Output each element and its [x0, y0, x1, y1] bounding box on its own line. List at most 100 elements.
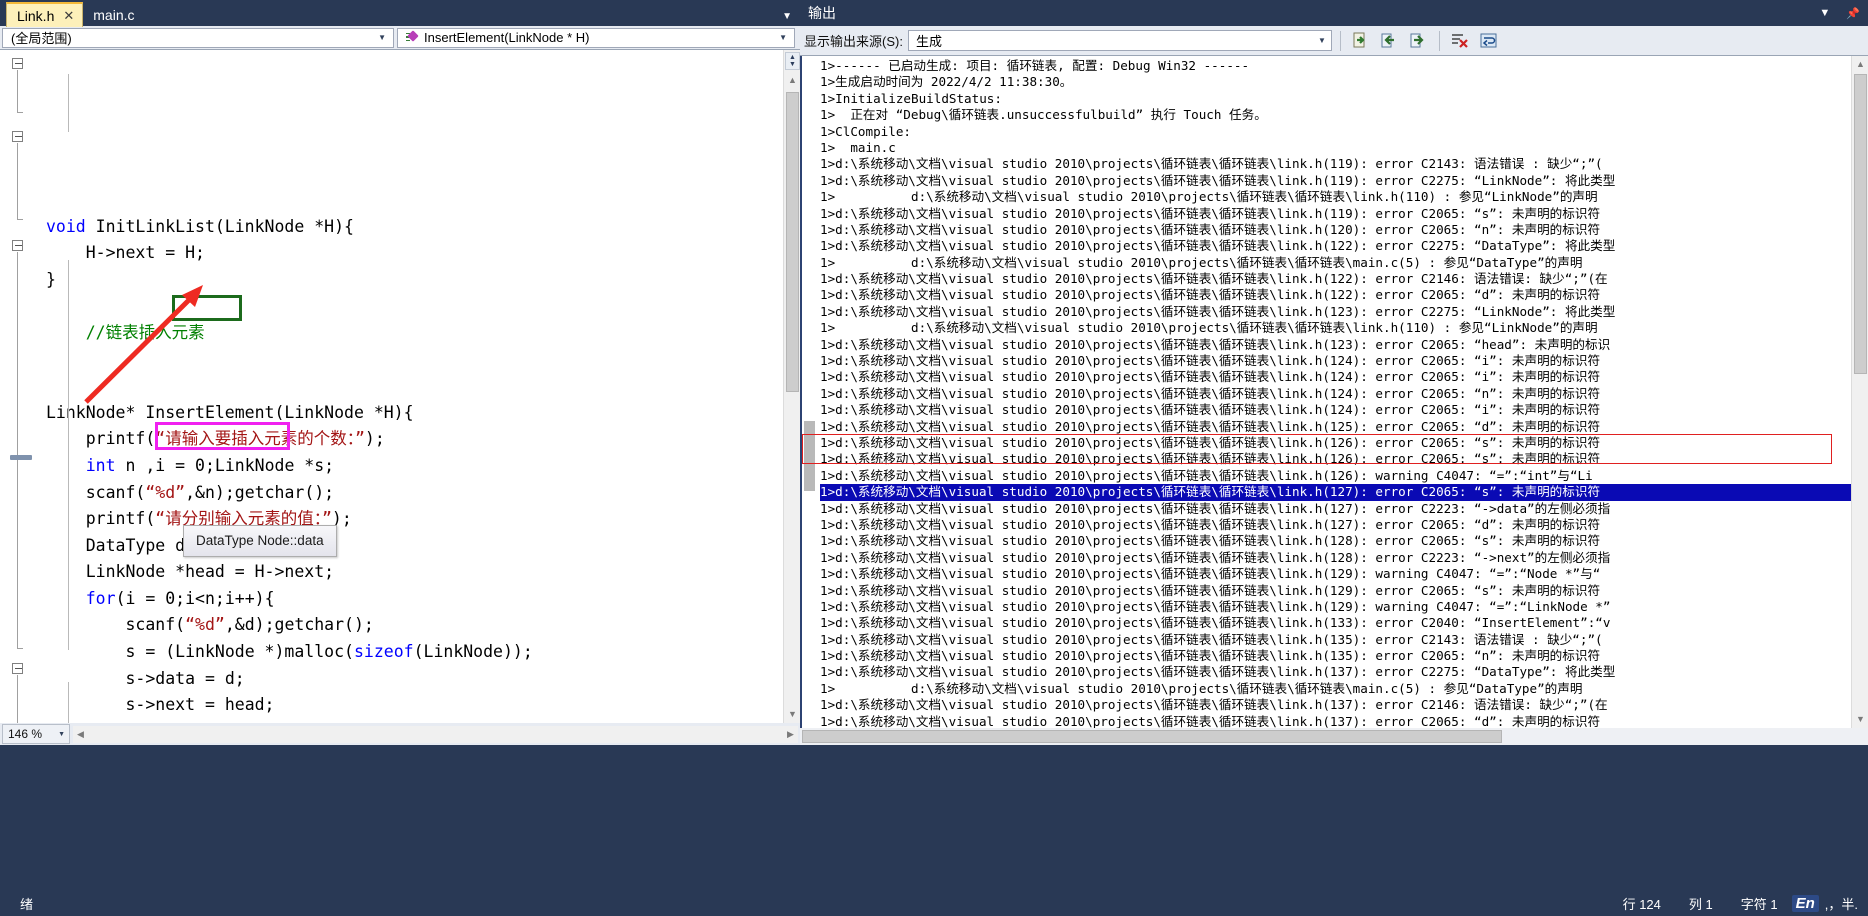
output-line[interactable]: 1>d:\系统移动\文档\visual studio 2010\projects… [820, 714, 1851, 728]
output-line[interactable]: 1>d:\系统移动\文档\visual studio 2010\projects… [820, 583, 1851, 599]
code-line[interactable]: s->data = d; [46, 666, 800, 693]
output-line[interactable]: 1>InitializeBuildStatus: [820, 91, 1851, 107]
output-line[interactable]: 1>d:\系统移动\文档\visual studio 2010\projects… [820, 664, 1851, 680]
code-line[interactable]: s->next = head; [46, 692, 800, 719]
output-line[interactable]: 1>d:\系统移动\文档\visual studio 2010\projects… [820, 451, 1851, 467]
output-line[interactable]: 1> d:\系统移动\文档\visual studio 2010\project… [820, 255, 1851, 271]
output-vertical-scrollbar[interactable]: ▲ ▼ [1851, 56, 1868, 728]
code-line[interactable]: //链表插入元素 [46, 320, 800, 347]
output-hscroll-thumb[interactable] [802, 730, 1502, 743]
output-line-selected[interactable]: 1>d:\系统移动\文档\visual studio 2010\projects… [820, 484, 1851, 501]
editor-horizontal-scrollbar[interactable]: ◀ ▶ [73, 725, 798, 743]
output-line[interactable]: 1>d:\系统移动\文档\visual studio 2010\projects… [820, 648, 1851, 664]
code-text[interactable]: void InitLinkList(LinkNode *H){ H->next … [46, 50, 800, 723]
output-line[interactable]: 1> d:\系统移动\文档\visual studio 2010\project… [820, 681, 1851, 697]
output-line[interactable]: 1> 正在对 “Debug\循环链表.unsuccessfulbuild” 执行… [820, 107, 1851, 123]
editor-vertical-scrollbar[interactable]: ▲ ▼ ▲ ▼ [783, 50, 800, 723]
chevron-down-icon[interactable]: ▼ [1811, 7, 1838, 19]
code-line[interactable] [46, 373, 800, 400]
output-line[interactable]: 1>d:\系统移动\文档\visual studio 2010\projects… [820, 632, 1851, 648]
output-line[interactable]: 1>------ 已启动生成: 项目: 循环链表, 配置: Debug Win3… [820, 58, 1851, 74]
output-line[interactable]: 1>d:\系统移动\文档\visual studio 2010\projects… [820, 222, 1851, 238]
output-line[interactable]: 1>d:\系统移动\文档\visual studio 2010\projects… [820, 517, 1851, 533]
editor-split-handle[interactable] [10, 455, 32, 460]
code-line[interactable]: H->next = H; [46, 240, 800, 267]
scroll-right-icon[interactable]: ▶ [784, 728, 797, 741]
code-line[interactable]: scanf(“%d”,&d);getchar(); [46, 612, 800, 639]
collapse-toggle-icon[interactable] [12, 131, 23, 142]
pin-icon[interactable]: 📌 [1838, 7, 1868, 20]
scope-dropdown[interactable]: (全局范围) ▼ [2, 27, 394, 48]
code-line[interactable]: s = (LinkNode *)malloc(sizeof(LinkNode))… [46, 639, 800, 666]
output-line[interactable]: 1> d:\系统移动\文档\visual studio 2010\project… [820, 320, 1851, 336]
code-line[interactable]: } [46, 267, 800, 294]
editor-tab-link-h[interactable]: Link.h ✕ [6, 2, 84, 27]
toggle-word-wrap-icon[interactable] [1477, 29, 1501, 53]
output-line[interactable]: 1>d:\系统移动\文档\visual studio 2010\projects… [820, 238, 1851, 254]
output-line[interactable]: 1>d:\系统移动\文档\visual studio 2010\projects… [820, 304, 1851, 320]
code-line[interactable] [46, 293, 800, 320]
output-text[interactable]: 1>------ 已启动生成: 项目: 循环链表, 配置: Debug Win3… [816, 56, 1851, 728]
editor-outlining-margin[interactable] [0, 50, 46, 723]
output-line[interactable]: 1>d:\系统移动\文档\visual studio 2010\projects… [820, 386, 1851, 402]
code-line[interactable]: void InitLinkList(LinkNode *H){ [46, 214, 800, 241]
output-line[interactable]: 1>d:\系统移动\文档\visual studio 2010\projects… [820, 550, 1851, 566]
output-line[interactable]: 1>d:\系统移动\文档\visual studio 2010\projects… [820, 402, 1851, 418]
output-line[interactable]: 1> main.c [820, 140, 1851, 156]
output-horizontal-scrollbar[interactable] [800, 728, 1868, 745]
code-line[interactable] [46, 347, 800, 374]
output-line[interactable]: 1>ClCompile: [820, 124, 1851, 140]
chevron-down-icon[interactable]: ▼ [782, 11, 792, 22]
code-line[interactable]: scanf(“%d”,&n);getchar(); [46, 480, 800, 507]
output-line[interactable]: 1>d:\系统移动\文档\visual studio 2010\projects… [820, 353, 1851, 369]
scroll-up-icon[interactable]: ▲ [786, 74, 799, 87]
code-line[interactable]: for(i = 0;i<n;i++){ [46, 586, 800, 613]
code-line[interactable]: DataType d; [46, 533, 800, 560]
collapse-toggle-icon[interactable] [12, 240, 23, 251]
output-line[interactable]: 1>d:\系统移动\文档\visual studio 2010\projects… [820, 173, 1851, 189]
output-line[interactable]: 1>d:\系统移动\文档\visual studio 2010\projects… [820, 533, 1851, 549]
scroll-down-icon[interactable]: ▼ [786, 708, 799, 721]
code-editor-surface[interactable]: void InitLinkList(LinkNode *H){ H->next … [0, 50, 800, 723]
output-line[interactable]: 1> d:\系统移动\文档\visual studio 2010\project… [820, 189, 1851, 205]
output-line[interactable]: 1>d:\系统移动\文档\visual studio 2010\projects… [820, 287, 1851, 303]
editor-vscroll-thumb[interactable] [786, 92, 799, 392]
output-line[interactable]: 1>d:\系统移动\文档\visual studio 2010\projects… [820, 615, 1851, 631]
output-line[interactable]: 1>d:\系统移动\文档\visual studio 2010\projects… [820, 369, 1851, 385]
scroll-down-icon[interactable]: ▼ [1854, 713, 1867, 726]
next-message-icon[interactable] [1407, 29, 1431, 53]
editor-tab-main-c[interactable]: main.c [83, 3, 142, 27]
output-body[interactable]: 1>------ 已启动生成: 项目: 循环链表, 配置: Debug Win3… [800, 56, 1868, 728]
output-line[interactable]: 1>d:\系统移动\文档\visual studio 2010\projects… [820, 599, 1851, 615]
collapse-toggle-icon[interactable] [12, 663, 23, 674]
split-scroll-button[interactable]: ▲ ▼ [785, 52, 800, 70]
go-to-location-icon[interactable] [1349, 29, 1373, 53]
output-line[interactable]: 1>d:\系统移动\文档\visual studio 2010\projects… [820, 566, 1851, 582]
code-line[interactable]: H->next = s,H = s; [46, 719, 800, 723]
output-vscroll-thumb[interactable] [1854, 74, 1867, 374]
member-dropdown[interactable]: InsertElement(LinkNode * H) ▼ [397, 27, 795, 48]
output-line[interactable]: 1>d:\系统移动\文档\visual studio 2010\projects… [820, 156, 1851, 172]
scroll-left-icon[interactable]: ◀ [74, 728, 87, 741]
close-icon[interactable]: ✕ [63, 8, 74, 24]
code-line[interactable]: LinkNode *head = H->next; [46, 559, 800, 586]
scroll-up-icon[interactable]: ▲ [1854, 58, 1867, 71]
output-line[interactable]: 1>d:\系统移动\文档\visual studio 2010\projects… [820, 468, 1851, 484]
output-line[interactable]: 1>d:\系统移动\文档\visual studio 2010\projects… [820, 271, 1851, 287]
code-line[interactable]: printf(“请分别输入元素的值：”); [46, 506, 800, 533]
output-line[interactable]: 1>d:\系统移动\文档\visual studio 2010\projects… [820, 435, 1851, 451]
code-line[interactable]: printf(“请输入要插入元素的个数：”); [46, 426, 800, 453]
output-source-dropdown[interactable]: 生成 ▼ [907, 30, 1332, 51]
clear-all-icon[interactable] [1448, 29, 1472, 53]
code-line[interactable]: LinkNode* InsertElement(LinkNode *H){ [46, 400, 800, 427]
output-line[interactable]: 1>d:\系统移动\文档\visual studio 2010\projects… [820, 419, 1851, 435]
zoom-level-dropdown[interactable]: 146 % ▼ [2, 724, 70, 744]
previous-message-icon[interactable] [1378, 29, 1402, 53]
output-line[interactable]: 1>d:\系统移动\文档\visual studio 2010\projects… [820, 337, 1851, 353]
collapse-toggle-icon[interactable] [12, 58, 23, 69]
ime-indicator[interactable]: En ,，半. [1791, 894, 1868, 913]
code-line[interactable]: int n ,i = 0;LinkNode *s; [46, 453, 800, 480]
output-line[interactable]: 1>d:\系统移动\文档\visual studio 2010\projects… [820, 206, 1851, 222]
output-line[interactable]: 1>d:\系统移动\文档\visual studio 2010\projects… [820, 697, 1851, 713]
output-line[interactable]: 1>生成启动时间为 2022/4/2 11:38:30。 [820, 74, 1851, 90]
